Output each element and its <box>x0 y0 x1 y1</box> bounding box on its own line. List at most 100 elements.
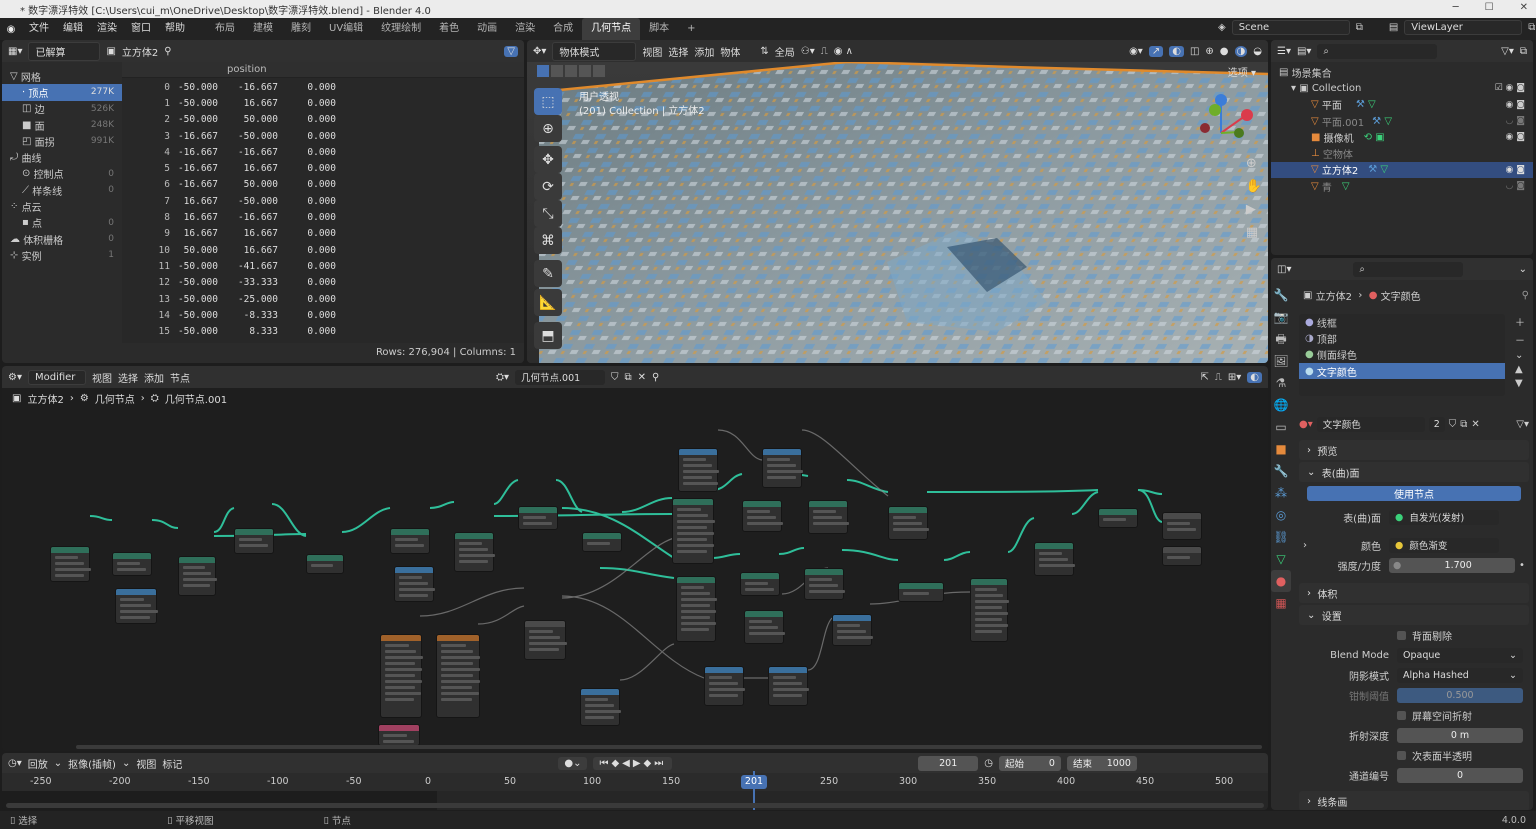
shading-solid-icon[interactable]: ● <box>1220 46 1229 57</box>
node-tree-name-field[interactable]: 几何节点.001 <box>515 369 606 385</box>
section-lineart[interactable]: › 线条画 <box>1299 791 1529 810</box>
menu-edit[interactable]: 编辑 <box>56 18 90 40</box>
graph-node[interactable] <box>115 588 158 624</box>
graph-node[interactable] <box>1098 508 1138 528</box>
editor-type-icon[interactable]: ☰▾ <box>1277 46 1291 57</box>
tree-face-corner[interactable]: ◰ 面拐 991K <box>2 133 122 149</box>
outliner-search-input[interactable]: ⌕ <box>1317 43 1438 59</box>
graph-node[interactable] <box>50 546 91 582</box>
frame-ruler[interactable]: -250-200-150-100-50050100150200250300350… <box>2 773 1268 791</box>
menu-render[interactable]: 渲染 <box>90 18 124 40</box>
tree-control-point[interactable]: ⊙ 控制点 0 <box>2 166 122 182</box>
viewport-3d[interactable]: ✥▾ 物体模式 视图 选择 添加 物体 ⇅ 全局 ⚇▾ ⎍ ◉ ∧ ◉▾ ↗ ◐… <box>527 40 1268 363</box>
outliner-camera[interactable]: ■ 摄像机 ⟲ ▣ ◉ ◙ <box>1271 129 1533 145</box>
snap-mode-icon[interactable]: ⊞▾ <box>1228 372 1241 383</box>
slot-top[interactable]: ◑ 顶部 <box>1299 330 1505 346</box>
use-nodes-button[interactable]: 使用节点 <box>1307 486 1521 501</box>
add-viewlayer-icon[interactable]: ⧉ <box>1528 22 1535 33</box>
scale-tool[interactable]: ⤡ <box>534 200 562 227</box>
measure-tool[interactable]: 📐 <box>534 289 562 316</box>
display-mode-icon[interactable]: ▤▾ <box>1297 46 1311 57</box>
editor-type-icon[interactable]: ◷▾ <box>8 758 22 769</box>
menu-marker[interactable]: 标记 <box>162 756 182 771</box>
transform-tool[interactable]: ⌘ <box>534 227 562 254</box>
material-name-field[interactable]: 文字颜色 <box>1316 416 1425 432</box>
add-scene-icon[interactable]: ⧉ <box>1356 22 1363 33</box>
graph-node[interactable] <box>378 724 420 746</box>
start-frame-field[interactable]: 起始 0 <box>998 755 1061 771</box>
graph-node[interactable] <box>678 448 719 492</box>
current-frame-field[interactable]: 201 <box>918 755 979 771</box>
pin-icon[interactable]: ⚲ <box>652 372 659 383</box>
graph-node[interactable] <box>394 566 435 602</box>
graph-node[interactable] <box>380 634 423 718</box>
render-tab-icon[interactable]: 📷 <box>1271 306 1291 328</box>
tree-spline[interactable]: ⟋ 样条线 0 <box>2 182 122 198</box>
sss-checkbox[interactable] <box>1397 750 1406 760</box>
viewlayer-selector[interactable]: ViewLayer <box>1404 20 1523 35</box>
clip-threshold-field[interactable]: 0.500 <box>1397 687 1523 703</box>
tab-layout[interactable]: 布局 <box>206 18 244 40</box>
material-users-count[interactable]: 2 <box>1428 416 1445 432</box>
tab-rendering[interactable]: 渲染 <box>506 18 544 40</box>
new-collection-icon[interactable]: ⧉ <box>1520 46 1527 57</box>
graph-node[interactable] <box>524 620 567 660</box>
remove-slot-icon[interactable]: － <box>1515 332 1525 347</box>
tab-uv-editing[interactable]: UV编辑 <box>320 18 372 40</box>
shading-material-icon[interactable]: ◑ <box>1234 45 1248 57</box>
timeline-track[interactable] <box>2 771 1268 810</box>
graph-node[interactable] <box>582 532 622 552</box>
section-volume[interactable]: › 体积 <box>1299 583 1529 603</box>
zoom-icon[interactable]: ⊕ <box>1246 156 1262 171</box>
modifier-tab-icon[interactable]: 🔧 <box>1271 460 1291 482</box>
geometry-node-type-select[interactable]: Modifier <box>27 369 86 385</box>
graph-node[interactable] <box>808 500 849 534</box>
color-input-field[interactable]: ● 颜色渐变 <box>1389 537 1499 553</box>
output-tab-icon[interactable]: 🖶 <box>1271 328 1291 350</box>
overlay-icon[interactable]: ◐ <box>1247 371 1262 383</box>
tab-compositing[interactable]: 合成 <box>544 18 582 40</box>
tree-face[interactable]: ■ 面 248K <box>2 117 122 133</box>
filter-icon[interactable]: ▽ <box>504 45 518 57</box>
minimize-icon[interactable]: ─ <box>1453 2 1459 13</box>
add-workspace-icon[interactable]: + <box>678 18 704 40</box>
pan-hand-icon[interactable]: ✋ <box>1246 179 1262 194</box>
tree-pointcloud[interactable]: ⁘ 点云 <box>2 198 122 214</box>
graph-node[interactable] <box>898 582 944 602</box>
overlay-icon[interactable]: ◐ <box>1169 45 1184 57</box>
menu-select[interactable]: 选择 <box>668 44 688 59</box>
editor-type-icon[interactable]: ⚙▾ <box>8 372 22 383</box>
graph-node[interactable] <box>306 554 344 574</box>
playback-controls[interactable]: ⏮◆◀▶◆⏭ <box>593 756 673 770</box>
evaluation-mode-select[interactable]: 已解算 <box>28 41 101 61</box>
duplicate-icon[interactable]: ⧉ <box>625 372 632 383</box>
tree-curve[interactable]: ⤾ 曲线 <box>2 149 122 165</box>
physics-tab-icon[interactable]: ◎ <box>1271 504 1291 526</box>
record-button[interactable]: ●⌄ <box>558 756 588 770</box>
outliner-collection[interactable]: ▾ ▣ Collection ☑ ◉ ◙ <box>1271 80 1533 96</box>
snap-icon[interactable]: ⎍ <box>821 46 828 57</box>
gizmo-icon[interactable]: ↗ <box>1148 45 1164 57</box>
tab-texture-paint[interactable]: 纹理绘制 <box>372 18 430 40</box>
filter-icon[interactable]: ▽▾ <box>1501 46 1514 57</box>
end-frame-field[interactable]: 结束 1000 <box>1066 755 1137 771</box>
menu-playback[interactable]: 回放 <box>28 756 48 771</box>
parent-tree-icon[interactable]: ⇱ <box>1200 372 1208 383</box>
graph-node[interactable] <box>888 506 929 540</box>
grid-view-icon[interactable]: ▦ <box>1246 225 1262 240</box>
strength-field[interactable]: ● 1.700 <box>1389 557 1515 573</box>
node-tree-icon[interactable]: ⛭▾ <box>496 372 509 383</box>
graph-node[interactable] <box>112 552 152 576</box>
unlink-icon[interactable]: ✕ <box>1471 419 1479 430</box>
graph-node[interactable] <box>1034 542 1075 576</box>
shading-render-icon[interactable]: ◒ <box>1253 46 1262 57</box>
graph-node[interactable] <box>454 532 495 572</box>
graph-node[interactable] <box>672 498 715 564</box>
node-editor[interactable]: ⚙▾ Modifier 视图 选择 添加 节点 ⛭▾ 几何节点.001 ⛉ ⧉ ✕ ⚲… <box>2 366 1268 751</box>
world-tab-icon[interactable]: 🌐 <box>1271 394 1291 416</box>
menu-node[interactable]: 节点 <box>170 370 190 385</box>
rotate-tool[interactable]: ⟳ <box>534 173 562 200</box>
timeline-scrollbar[interactable] <box>6 803 1264 808</box>
editor-type-icon[interactable]: ◫▾ <box>1277 264 1291 275</box>
graph-node[interactable] <box>580 688 621 726</box>
